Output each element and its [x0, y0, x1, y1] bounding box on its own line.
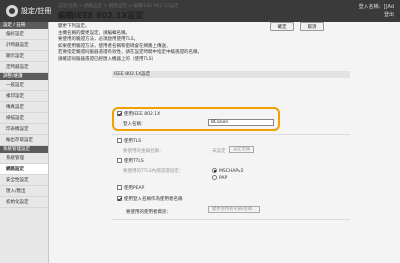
ttls-protocol-label: 要使用的TTLS內部認證協定：: [123, 169, 184, 174]
sidebar-item[interactable]: 傳真設定: [0, 102, 48, 113]
sidebar-item[interactable]: 匯入/匯出: [0, 186, 48, 197]
ttls-option-mschapv2[interactable]: MSCHAPv2: [212, 168, 244, 174]
use-login-as-user-row: 使用登入名稱作為使用者名稱: [117, 196, 183, 202]
set-key-button[interactable]: 設定金鑰: [229, 146, 255, 153]
tls-key-label: 要使用的金鑰名稱：: [123, 149, 164, 154]
use-tls-checkbox[interactable]: [117, 138, 122, 143]
ttls-option-pap[interactable]: PAP: [212, 175, 227, 181]
sidebar-item[interactable]: 印表機設定: [0, 124, 48, 135]
sidebar-item[interactable]: 顯示設定: [0, 51, 48, 62]
section-heading: IEEE 802.1X設定: [112, 71, 350, 78]
use-8021x-row: 使用IEEE 802.1X: [117, 111, 160, 117]
description-line: 請確認伺服器憑證已經匯入機器上的（使用TLS）: [58, 56, 157, 62]
sidebar: 設定 / 註冊 偏好設定 計時器設定 顯示設定 定時器設定 調整/維護 一般設定 複印設定 傳真…: [0, 22, 49, 263]
sidebar-section-head: 系統管理設定: [0, 146, 48, 153]
login-name-input[interactable]: 8Canon: [208, 119, 274, 126]
logout-link[interactable]: 登出: [359, 11, 394, 19]
description-line: 若要指定驗證伺服器憑證有效性，請在設定時間中指定中級憑證的名稱，: [58, 50, 202, 56]
description: 變更下列設定。 主機名稱的變更設定，請編輯名稱。 要使用的驗證方法，必須啟用使用…: [58, 24, 348, 64]
use-peap-checkbox[interactable]: [117, 185, 122, 190]
sidebar-item[interactable]: 定時器設定: [0, 62, 48, 73]
use-login-as-user-label: 使用登入名稱作為使用者名稱: [124, 197, 183, 202]
pap-label: PAP: [219, 176, 228, 181]
sidebar-item[interactable]: 一般設定: [0, 80, 48, 91]
divider: [112, 134, 350, 135]
sidebar-item[interactable]: 輸出存取設定: [0, 135, 48, 146]
breadcrumb[interactable]: 設定/註冊 > 網路設定 > 網路設定 > 編輯IEEE 802.1X設定: [58, 3, 179, 9]
sidebar-item[interactable]: 安全性設定: [0, 175, 48, 186]
use-tls-row: 使用TLS: [117, 138, 141, 144]
sidebar-item[interactable]: 初始化設定: [0, 197, 48, 208]
mschapv2-label: MSCHAPv2: [219, 169, 244, 174]
sidebar-item[interactable]: 系統管理: [0, 153, 48, 164]
pap-radio[interactable]: [212, 175, 217, 180]
user-area: 登入名稱：[[Ad 登出: [359, 3, 394, 19]
use-peap-row: 使用PEAP: [117, 185, 144, 191]
sidebar-section-head: 調整/維護: [0, 73, 48, 80]
sidebar-item[interactable]: 複印設定: [0, 91, 48, 102]
user-info-label: 要使用的使用者資訊：: [126, 210, 171, 215]
use-8021x-label: 使用IEEE 802.1X: [124, 112, 161, 117]
page-title: 編輯IEEE 802.1X設定: [58, 11, 144, 20]
use-tls-label: 使用TLS: [124, 139, 142, 144]
divider: [112, 219, 350, 220]
logo-icon: [6, 5, 18, 17]
mschapv2-radio[interactable]: [212, 168, 217, 173]
app-title: 設定/註冊: [21, 7, 52, 15]
use-ttls-label: 使用TTLS: [124, 159, 144, 164]
change-user-button[interactable]: 變更使用者名稱/密碼...: [208, 206, 261, 213]
use-8021x-checkbox[interactable]: [117, 111, 122, 116]
login-name-row: 登入名稱：: [123, 121, 146, 127]
use-login-as-user-checkbox[interactable]: [117, 196, 122, 201]
description-line: 要使用的驗證方法，必須啟用使用TLS。: [58, 37, 139, 43]
sidebar-section-head: 設定 / 註冊: [0, 22, 48, 29]
sidebar-item[interactable]: 網路設定: [0, 164, 48, 175]
use-ttls-checkbox[interactable]: [117, 158, 122, 163]
login-name-label: 登入名稱：[[Ad: [358, 4, 394, 10]
use-ttls-row: 使用TTLS: [117, 158, 144, 164]
use-peap-label: 使用PEAP: [124, 186, 145, 191]
description-line: 變更下列設定。: [58, 24, 90, 29]
login-name-field-label: 登入名稱：: [123, 122, 146, 127]
tls-key-value: 未設定: [212, 149, 226, 154]
sidebar-item[interactable]: 計時器設定: [0, 40, 48, 51]
sidebar-item[interactable]: 偏好設定: [0, 29, 48, 40]
sidebar-item[interactable]: 掃描設定: [0, 113, 48, 124]
